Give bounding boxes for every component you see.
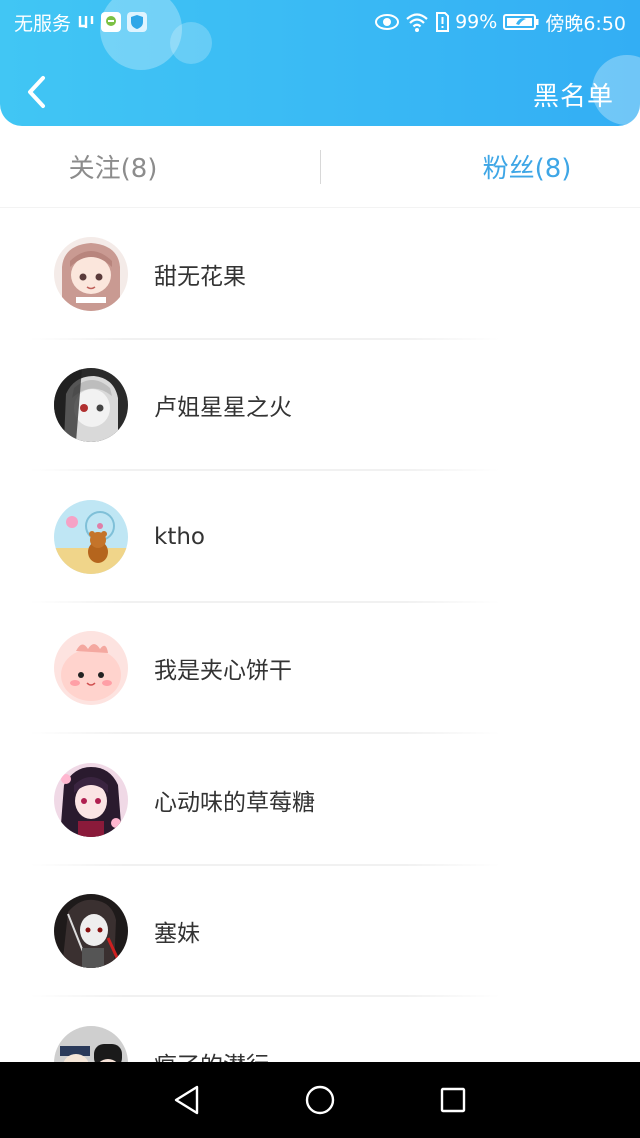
list-item[interactable]: 甜无花果 — [0, 208, 640, 340]
square-recents-icon — [441, 1087, 466, 1113]
notification-app-icon — [77, 13, 95, 31]
notification-app-icon — [101, 12, 122, 32]
list-item[interactable]: 卢姐星星之火 — [0, 340, 640, 472]
avatar — [54, 499, 128, 574]
list-item[interactable]: 塞妹 — [0, 866, 640, 998]
fan-name: 卢姐星星之火 — [154, 395, 292, 422]
status-bar: 无服务 99% 傍晚6:50 — [0, 0, 640, 44]
fan-name: 心动味的草莓糖 — [154, 789, 315, 816]
chevron-left-icon — [28, 76, 45, 108]
list-item[interactable]: 心动味的草莓糖 — [0, 734, 640, 866]
avatar — [54, 762, 128, 837]
header-bar: 无服务 99% 傍晚6:50 黑名单 — [0, 0, 640, 126]
clock-time: 傍晚6:50 — [545, 12, 626, 35]
back-button[interactable] — [18, 72, 54, 112]
nav-home-button[interactable] — [290, 1070, 350, 1130]
system-nav-bar — [0, 1062, 640, 1138]
battery-percent: 99% — [455, 11, 498, 33]
tab-divider — [320, 150, 321, 184]
fan-name: 甜无花果 — [154, 263, 246, 290]
shield-app-icon — [127, 12, 148, 32]
fans-list: 甜无花果 卢姐星星之火 ktho 我是夹心饼干 心动味的草莓糖 塞妹 — [0, 208, 640, 1129]
sim-alert-icon — [435, 12, 450, 32]
fan-name: 我是夹心饼干 — [154, 658, 292, 685]
blacklist-button[interactable]: 黑名单 — [533, 76, 614, 113]
avatar — [54, 236, 128, 311]
eye-icon — [375, 13, 400, 31]
avatar — [54, 631, 128, 706]
wifi-icon — [405, 12, 429, 32]
tab-fans[interactable]: 粉丝(8) — [280, 148, 640, 185]
avatar — [54, 368, 128, 443]
list-item[interactable]: ktho — [0, 471, 640, 603]
triangle-back-icon — [174, 1085, 198, 1115]
carrier-text: 无服务 — [14, 12, 72, 35]
nav-recents-button[interactable] — [423, 1070, 483, 1130]
fan-name: 塞妹 — [154, 921, 200, 948]
fan-name: ktho — [154, 523, 205, 550]
circle-home-icon — [305, 1085, 335, 1115]
list-item[interactable]: 我是夹心饼干 — [0, 603, 640, 735]
tab-following[interactable]: 关注(8) — [0, 148, 280, 185]
nav-back-button[interactable] — [157, 1070, 217, 1130]
avatar — [54, 894, 128, 969]
battery-icon — [503, 13, 539, 31]
